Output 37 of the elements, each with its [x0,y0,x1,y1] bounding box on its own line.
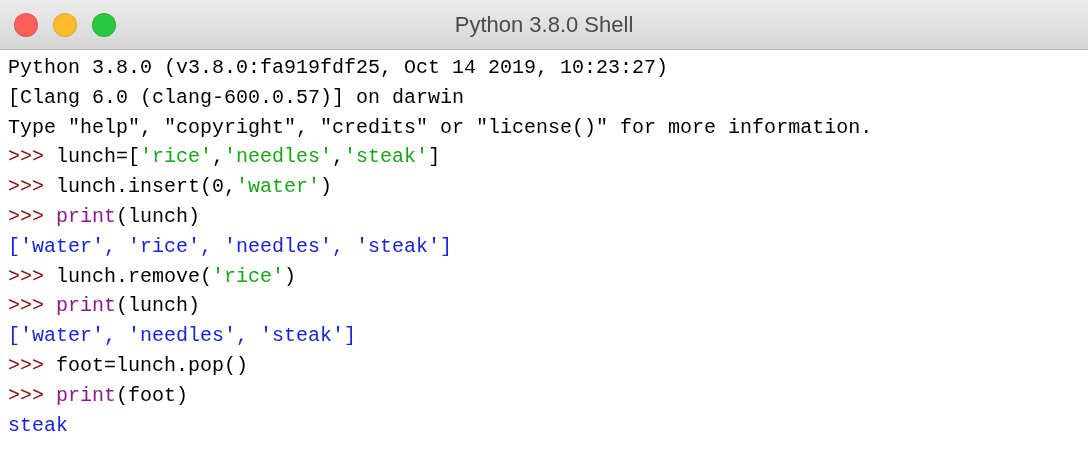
window-control-icon[interactable] [14,13,38,37]
code-text: ] [428,145,441,169]
prompt-text: >>> [8,294,45,318]
builtin-text: print [56,205,117,228]
string-text: 'steak' [344,145,429,169]
code-text: (lunch) [116,205,201,228]
prompt-text: >>> [8,175,45,199]
window-control-icon[interactable] [92,13,116,37]
prompt-text: >>> [8,145,45,169]
code-text: (lunch) [116,294,201,318]
output-text: ['water', 'rice', 'needles', 'steak'] [8,234,453,258]
code-text: ) [320,175,333,199]
window-control-icon[interactable] [53,13,77,37]
banner-text: Python 3.8.0 (v3.8.0:fa919fdf25, Oct 14 2019, 10:23:27) [8,56,669,79]
prompt-text: >>> [8,353,45,377]
code-text: , [212,145,225,169]
code-text: lunch.remove( [56,264,213,288]
code-text: , [332,145,345,169]
code-text: ) [284,264,297,288]
prompt-text: >>> [8,383,45,407]
builtin-text: print [56,294,117,318]
prompt-text: >>> [8,264,45,288]
code-text: lunch=[ [56,145,141,169]
builtin-text: print [56,383,117,407]
banner-text: Type "help", "copyright", "credits" or "license()" for more information. [8,115,873,139]
output-text: ['water', 'needles', 'steak'] [8,324,357,348]
output-text: steak [8,413,68,437]
code-text: lunch.insert(0, [56,175,237,199]
string-text: 'rice' [140,145,213,169]
banner-text: [Clang 6.0 (clang-600.0.57)] on darwin [8,85,465,109]
code-text: (foot) [116,383,189,407]
window-title: Python 3.8.0 Shell [454,11,634,39]
prompt-text: >>> [8,205,45,228]
code-text: foot=lunch.pop() [56,353,249,377]
string-text: 'water' [236,175,321,199]
string-text: 'rice' [212,264,285,288]
string-text: 'needles' [224,145,333,169]
